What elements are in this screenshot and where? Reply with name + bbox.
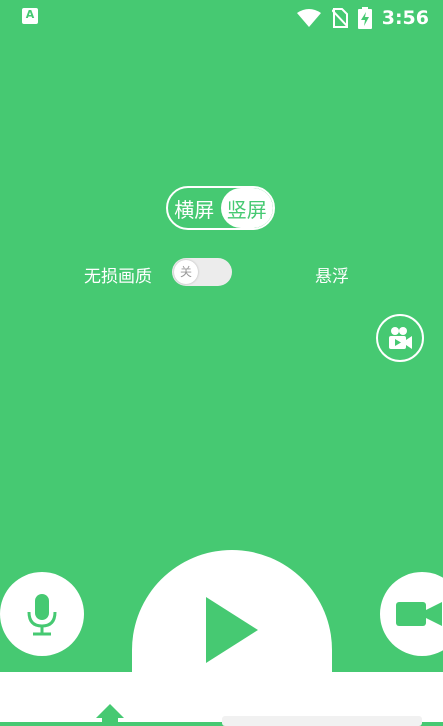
camera-button[interactable]	[380, 572, 443, 656]
status-icons: 3:56	[296, 4, 429, 32]
bottom-navigation	[0, 672, 443, 726]
nav-home[interactable]	[94, 702, 126, 726]
home-icon	[96, 704, 124, 722]
wifi-icon	[296, 9, 321, 27]
no-sim-icon	[331, 8, 348, 28]
landscape-option[interactable]: 横屏	[168, 188, 221, 228]
battery-charging-icon	[357, 7, 372, 29]
lossless-quality-label: 无损画质	[84, 267, 152, 287]
record-side-button[interactable]	[376, 314, 424, 362]
microphone-button[interactable]	[0, 572, 84, 656]
lossless-quality-switch[interactable]: 关	[172, 258, 232, 286]
orientation-toggle[interactable]: 横屏 竖屏	[166, 186, 275, 230]
microphone-icon	[27, 594, 57, 636]
status-bar: A 3:56	[0, 0, 443, 36]
portrait-option[interactable]: 竖屏	[220, 188, 273, 228]
video-camera-icon	[389, 327, 412, 349]
nav-tab-partial[interactable]	[222, 716, 422, 726]
status-time: 3:56	[381, 7, 429, 29]
video-camera-icon	[396, 602, 442, 626]
floating-window-label[interactable]: 悬浮	[315, 262, 349, 287]
play-icon	[206, 597, 258, 663]
app-notification-icon: A	[22, 8, 38, 24]
switch-knob: 关	[174, 260, 198, 284]
